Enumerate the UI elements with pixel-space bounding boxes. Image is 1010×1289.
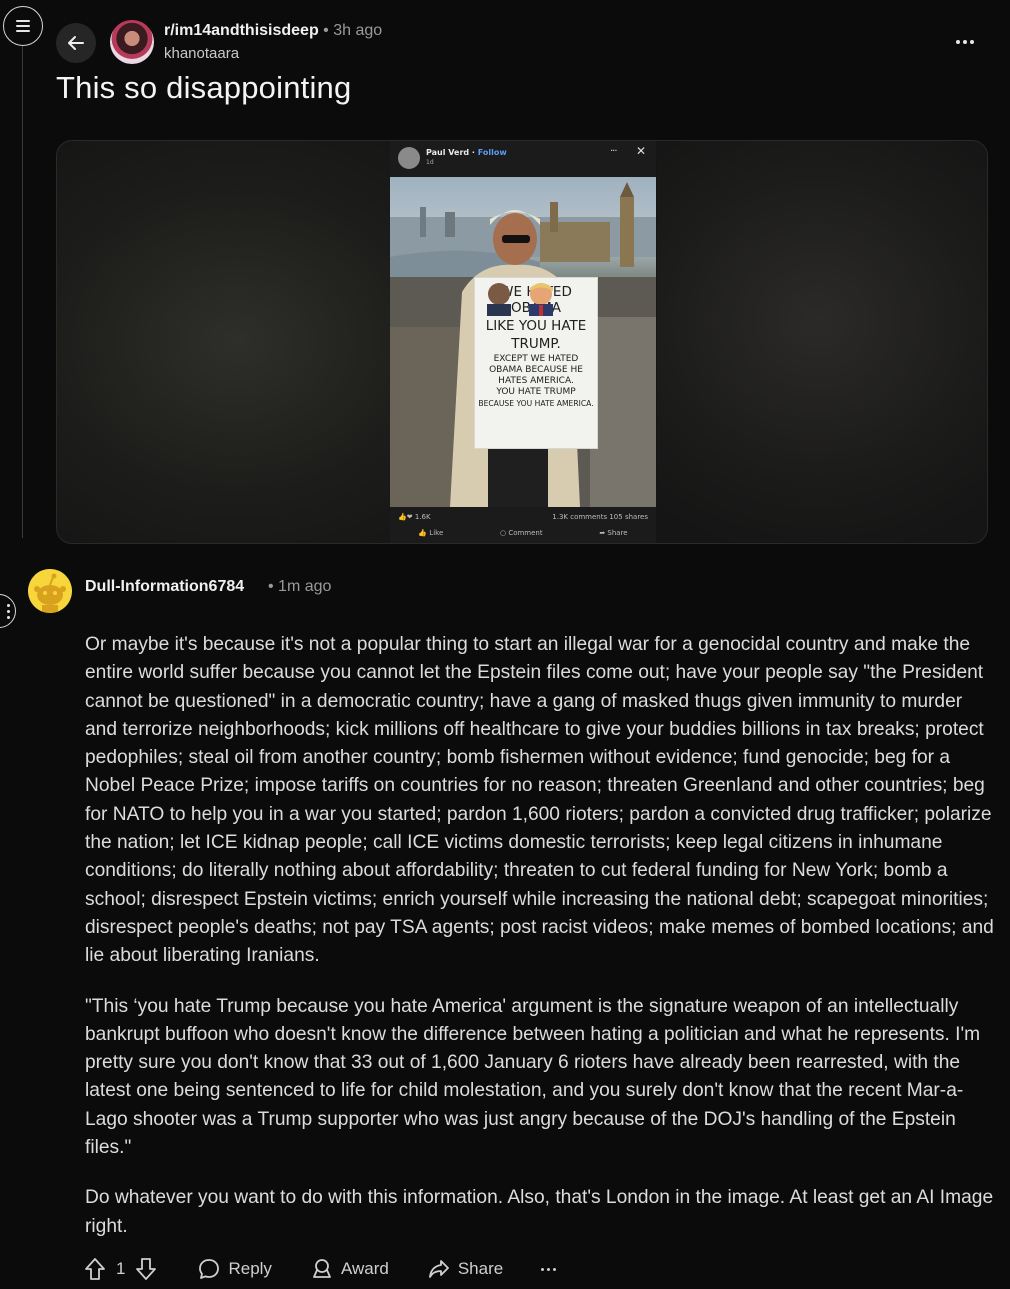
subreddit-link[interactable]: r/im14andthisisdeep (164, 22, 319, 39)
fb-ellipsis-icon: ··· (610, 146, 617, 157)
speech-bubble-icon (199, 1259, 220, 1279)
fb-date: 1d (426, 159, 434, 166)
protest-sign: WE HATED OBAMA LIKE YOU HATE TRUMP. EXCE… (474, 277, 598, 449)
comment-body: Or maybe it's because it's not a popular… (85, 631, 995, 1263)
share-arrow-icon (428, 1260, 449, 1278)
post-title: This so disappointing (56, 70, 352, 105)
fb-share: ➦ Share (599, 529, 628, 537)
vote-score: 1 (116, 1259, 126, 1278)
back-button[interactable] (56, 23, 96, 63)
thread-line (22, 46, 23, 538)
downvote-button[interactable] (135, 1257, 157, 1281)
reply-label: Reply (228, 1259, 272, 1278)
ellipsis-icon (956, 40, 974, 44)
arrow-left-icon (68, 36, 84, 50)
caricature-faces (487, 283, 553, 316)
fb-counts: 1.3K comments 105 shares (552, 513, 648, 521)
comment-paragraph: Or maybe it's because it's not a popular… (85, 634, 994, 967)
snoo-avatar-icon (28, 569, 72, 613)
post-options-button[interactable] (950, 30, 980, 54)
ellipsis-icon (541, 1267, 557, 1271)
award-label: Award (340, 1259, 389, 1278)
fb-footer: 👍❤ 1.6K 1.3K comments 105 shares 👍 Like … (390, 507, 656, 543)
reddit-thread-page: r/im14andthisisdeep • 3h ago khanotaara … (0, 0, 1010, 1289)
post-meta: r/im14andthisisdeep • 3h ago (164, 22, 383, 39)
arrow-up-icon (85, 1258, 105, 1280)
comment-action-bar: 1 Reply Award Share (84, 1254, 557, 1284)
post-image[interactable]: Paul Verd · Follow 1d ··· ✕ WE LIKE YOU … (56, 140, 988, 544)
hamburger-icon (16, 20, 30, 32)
fb-close-icon: ✕ (636, 144, 647, 158)
fb-avatar (398, 147, 420, 169)
upvote-button[interactable] (84, 1257, 106, 1281)
arrow-down-icon (136, 1258, 157, 1280)
post-author[interactable]: khanotaara (164, 45, 239, 62)
fb-follow-label: Follow (477, 148, 507, 157)
post-time: 3h ago (333, 22, 383, 39)
collapse-thread-button[interactable] (0, 594, 16, 628)
comment-paragraph: Do whatever you want to do with this inf… (85, 1187, 994, 1237)
comment-time: • 1m ago (268, 578, 332, 595)
image-blur-background (657, 141, 987, 543)
fb-like: 👍 Like (418, 529, 444, 537)
commenter-avatar[interactable] (28, 569, 72, 613)
share-button[interactable]: Share (427, 1257, 503, 1281)
comment-paragraph: "This ‘you hate Trump because you hate A… (85, 995, 981, 1159)
award-icon (313, 1259, 331, 1278)
reply-button[interactable]: Reply (197, 1257, 272, 1281)
comment-username[interactable]: Dull-Information6784 (85, 578, 244, 596)
award-button[interactable]: Award (310, 1257, 389, 1281)
subreddit-avatar[interactable] (110, 20, 154, 64)
vote-controls: 1 (84, 1257, 157, 1281)
fb-reactions: 👍❤ 1.6K (398, 513, 431, 521)
vertical-dots-icon (7, 603, 10, 619)
fb-photo: WE HATED OBAMA LIKE YOU HATE TRUMP. EXCE… (390, 177, 656, 507)
share-label: Share (457, 1259, 504, 1278)
comment-more-button[interactable] (541, 1267, 557, 1271)
menu-button[interactable] (3, 6, 43, 46)
fb-comment: ○ Comment (499, 529, 543, 537)
screenshot-facebook-post: Paul Verd · Follow 1d ··· ✕ WE LIKE YOU … (390, 141, 656, 543)
fb-poster-name: Paul Verd (426, 148, 470, 157)
